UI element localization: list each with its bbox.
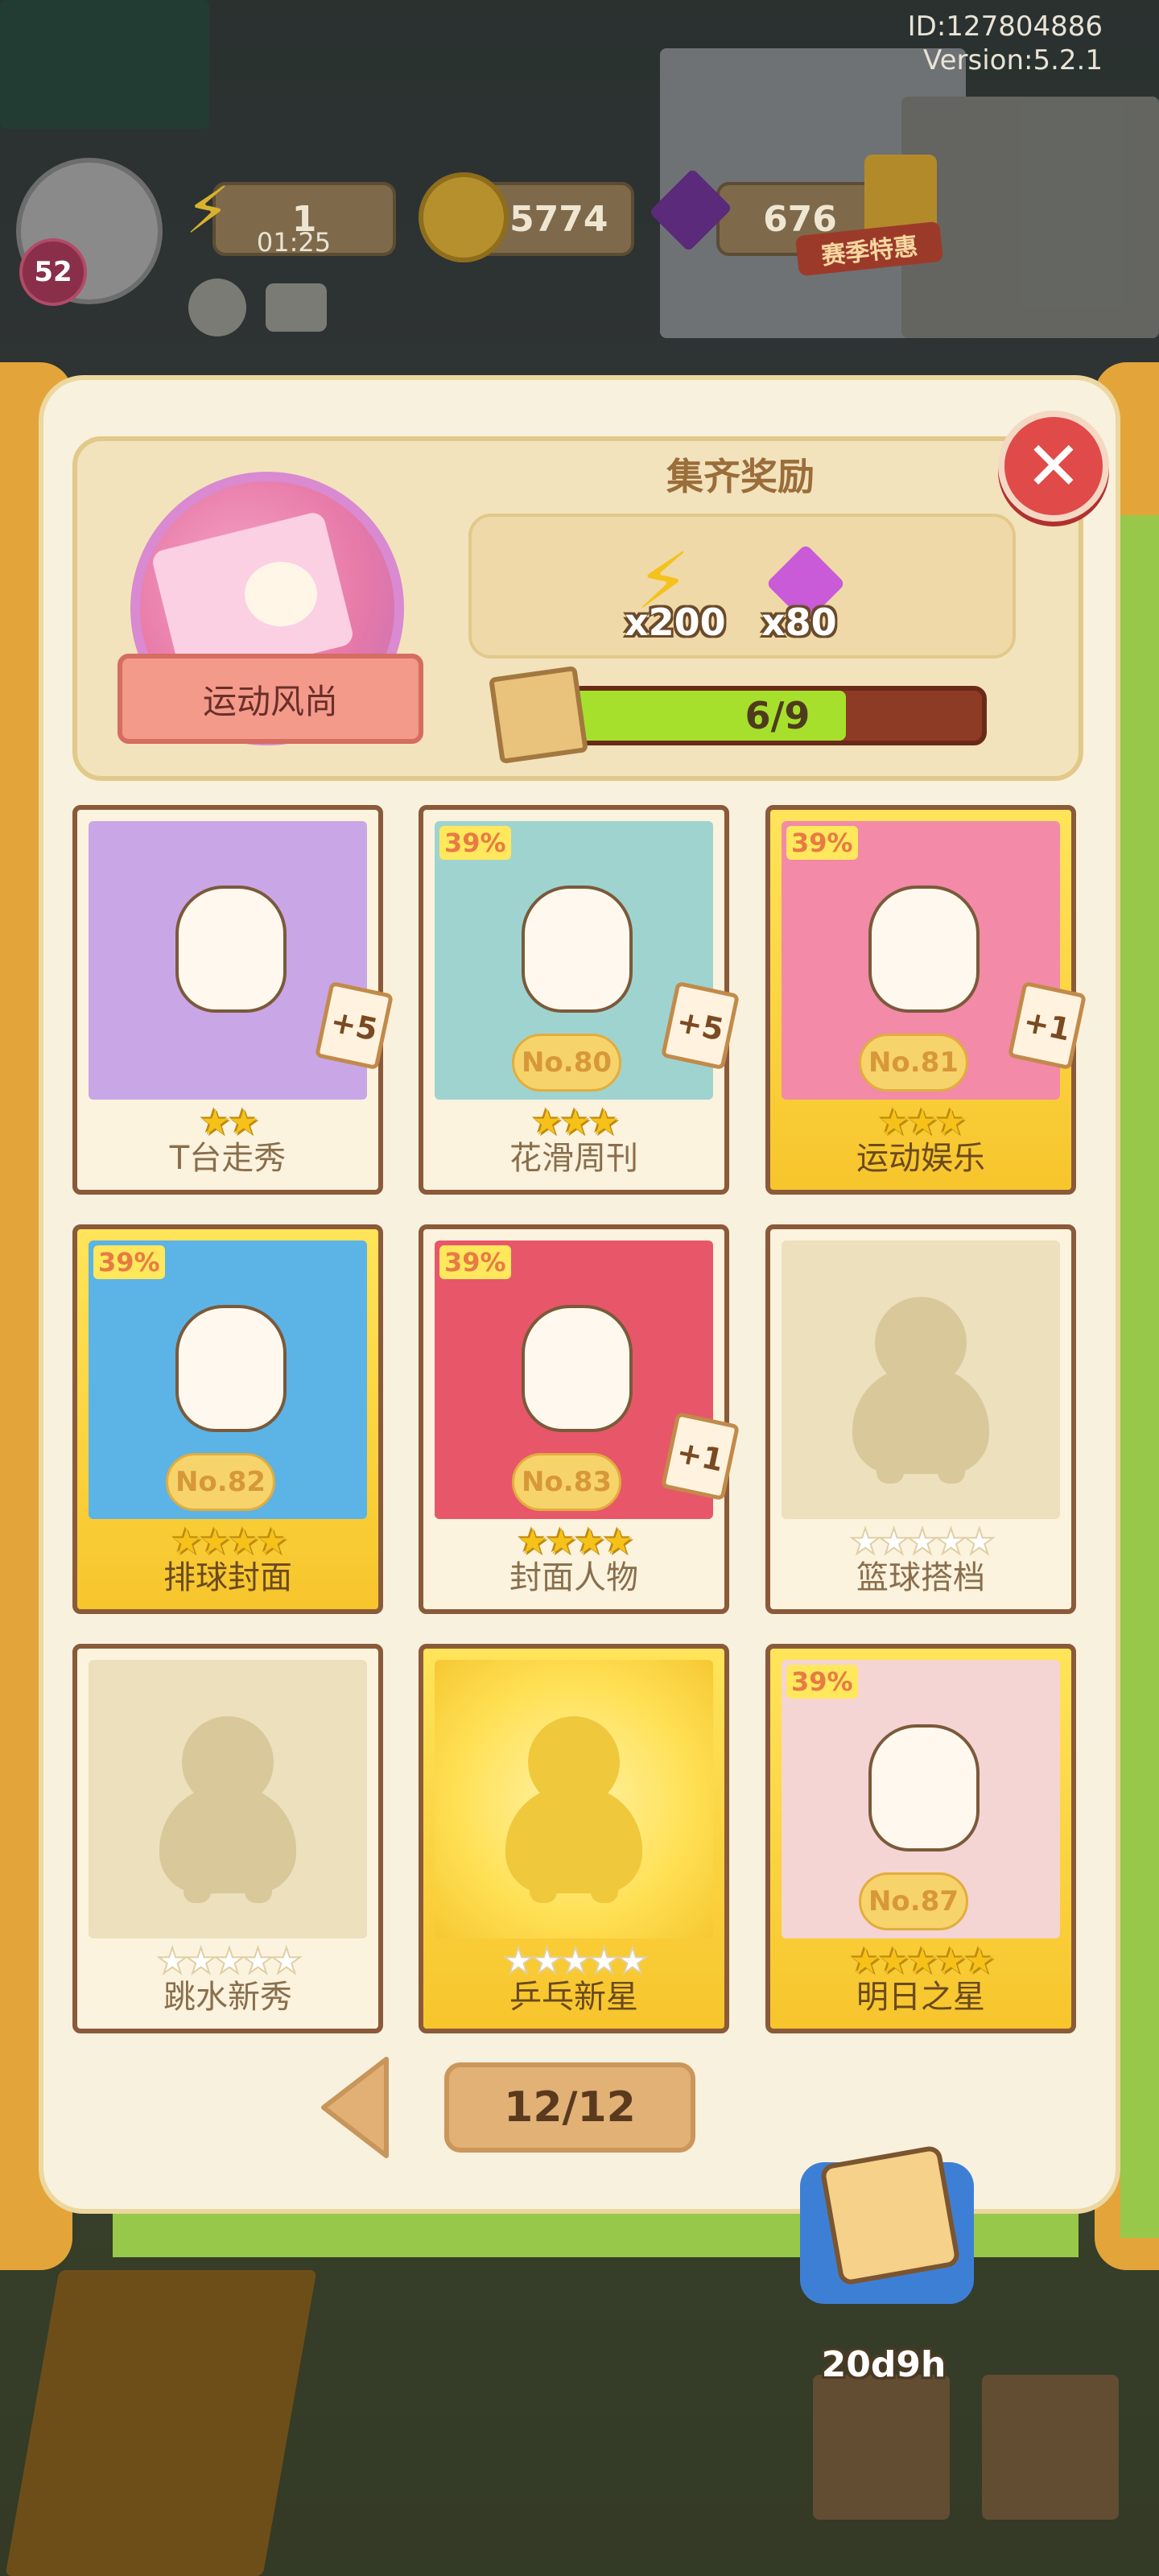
card-slot[interactable]: ★★★★★ 乒乓新星 xyxy=(419,1644,729,2033)
version-label: Version:5.2.1 xyxy=(923,44,1103,76)
card-name: T台走秀 xyxy=(169,1140,287,1177)
energy-timer: 01:25 xyxy=(256,227,332,258)
chevron-left-icon xyxy=(321,2057,389,2158)
card-artwork: 39% No.82 xyxy=(89,1241,367,1519)
card-name: 明日之星 xyxy=(856,1979,985,2016)
level-badge: 52 xyxy=(19,238,87,306)
card-slot[interactable]: 39% No.87 ★★★★★ 明日之星 xyxy=(765,1644,1076,2033)
card-name: 排球封面 xyxy=(163,1559,292,1596)
card-name: 乒乓新星 xyxy=(509,1979,638,2016)
album-name-ribbon: 运动风尚 xyxy=(118,654,423,744)
locked-card-art xyxy=(89,1660,367,1938)
duck-character-icon xyxy=(522,1305,633,1432)
discount-tag: 39% xyxy=(439,826,511,860)
card-stack-icon xyxy=(489,665,588,765)
book-spine-right xyxy=(1120,515,1159,2238)
unknown-character-icon xyxy=(159,1716,296,1903)
duck-character-icon xyxy=(175,886,287,1013)
card-name: 跳水新秀 xyxy=(163,1979,292,2016)
album-timer: 20d9h xyxy=(821,2344,947,2385)
card-slot[interactable]: ★★★★★ 跳水新秀 xyxy=(72,1644,383,2033)
reward-gem-amount: x80 xyxy=(761,601,837,644)
coin-icon xyxy=(419,172,509,262)
discount-tag: 39% xyxy=(439,1245,511,1279)
envelope-icon xyxy=(819,2144,962,2287)
card-number-badge: No.82 xyxy=(166,1453,275,1511)
unknown-character-icon xyxy=(505,1716,642,1903)
card-name: 花滑周刊 xyxy=(509,1140,638,1177)
discount-tag: 39% xyxy=(786,1665,858,1699)
card-number-badge: No.80 xyxy=(512,1034,621,1092)
collection-progress-text: 6/9 xyxy=(744,694,810,737)
discount-tag: 39% xyxy=(93,1245,165,1279)
unknown-character-icon xyxy=(852,1297,989,1484)
duck-character-icon xyxy=(868,886,980,1013)
locked-card-art xyxy=(782,1241,1060,1519)
card-number-badge: No.81 xyxy=(859,1034,968,1092)
card-name: 篮球搭档 xyxy=(856,1559,985,1596)
mail-icon[interactable] xyxy=(266,283,327,332)
discount-tag: 39% xyxy=(786,826,858,860)
reward-items-box xyxy=(468,514,1016,658)
card-slot[interactable]: 39% No.82 ★★★★ 排球封面 xyxy=(72,1224,383,1614)
card-artwork: 39% No.87 xyxy=(782,1660,1060,1938)
card-slot[interactable]: ★★★★★ 篮球搭档 xyxy=(765,1224,1076,1614)
card-name: 封面人物 xyxy=(509,1559,638,1596)
settings-gear-icon[interactable] xyxy=(188,279,246,336)
duck-character-icon xyxy=(868,1724,980,1852)
album-name: 运动风尚 xyxy=(202,681,338,721)
close-button[interactable]: ✕ xyxy=(998,411,1109,522)
card-number-badge: No.87 xyxy=(859,1872,968,1930)
duck-face-icon xyxy=(245,562,317,626)
prev-page-button[interactable] xyxy=(317,2054,391,2161)
reward-title: 集齐奖励 xyxy=(666,455,815,498)
duck-character-icon xyxy=(175,1305,287,1432)
duck-character-icon xyxy=(522,886,633,1013)
page-indicator: 12/12 xyxy=(444,2062,695,2153)
close-icon: ✕ xyxy=(1025,427,1083,506)
reward-energy-amount: x200 xyxy=(625,601,726,644)
locked-card-art xyxy=(435,1660,713,1938)
card-pack-button[interactable] xyxy=(800,2144,974,2304)
player-id: ID:127804886 xyxy=(907,10,1103,43)
card-name: 运动娱乐 xyxy=(856,1140,985,1177)
card-number-badge: No.83 xyxy=(512,1453,621,1511)
